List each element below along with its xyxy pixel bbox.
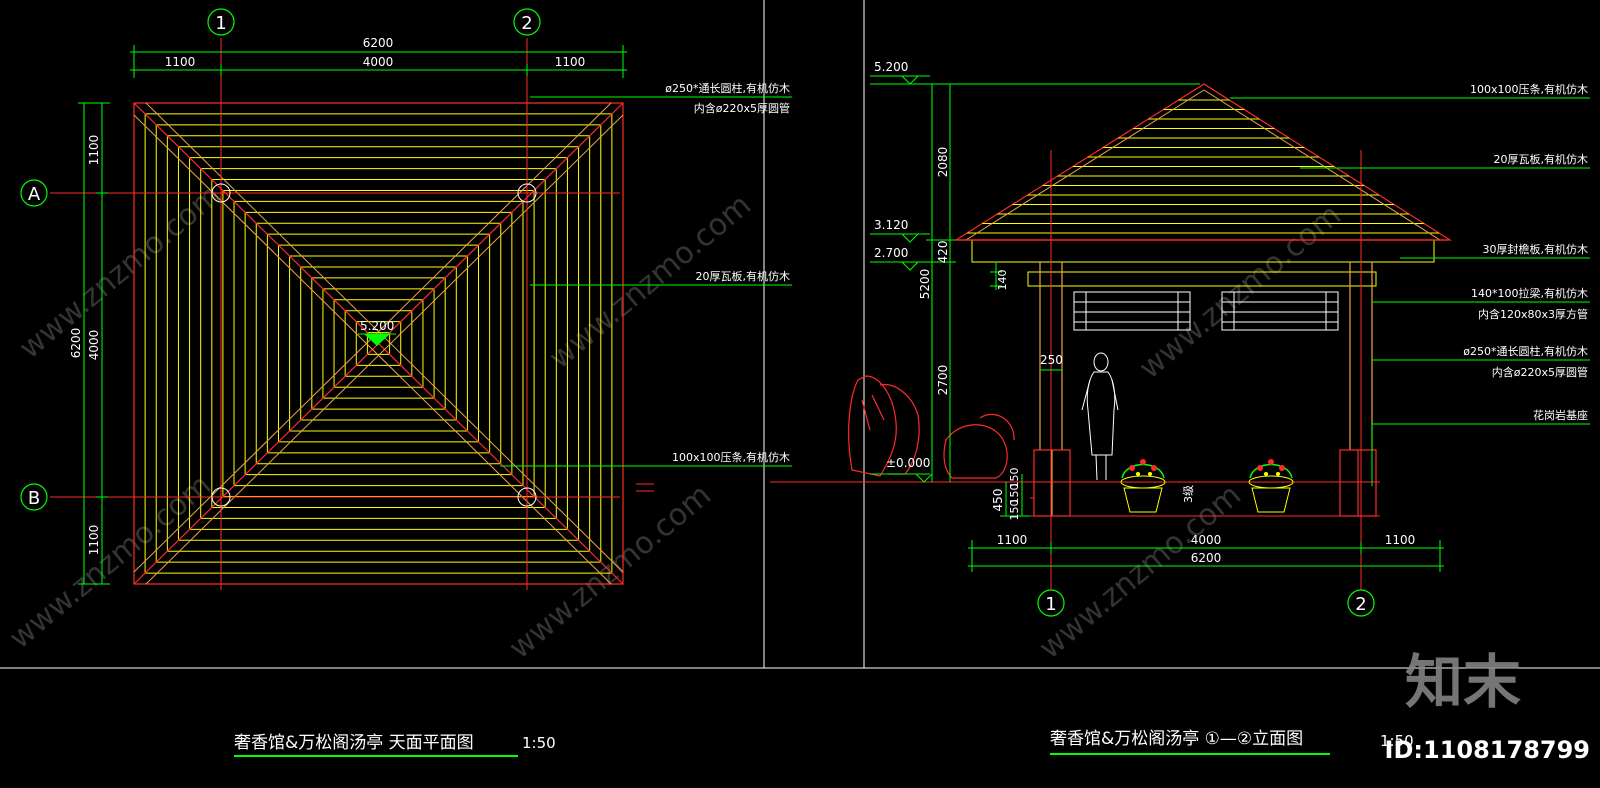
watermark-logo: 知末 bbox=[1405, 648, 1521, 716]
plan-vdim-total: 6200 bbox=[69, 328, 83, 359]
plan-note-tile: 20厚瓦板,有机仿木 bbox=[696, 269, 791, 283]
bench-left bbox=[1073, 291, 1191, 331]
elev-dim-right: 1100 bbox=[1385, 533, 1416, 547]
column-width-dim: 250 bbox=[1040, 353, 1063, 367]
grid-label-1: 1 bbox=[215, 13, 226, 34]
roof-tile-courses bbox=[956, 99, 1450, 234]
level-beam: 2.700 bbox=[874, 246, 908, 260]
plan-note-column-2: 内含ø220x5厚圆管 bbox=[694, 101, 790, 115]
apex-level: 5.200 bbox=[360, 319, 394, 333]
level-eave: 3.120 bbox=[874, 218, 908, 232]
elev-dim-left: 1100 bbox=[997, 533, 1028, 547]
level-top: 5.200 bbox=[874, 60, 908, 74]
plan-dim-left: 1100 bbox=[165, 55, 196, 69]
elev-note-ridge: 100x100压条,有机仿木 bbox=[1470, 82, 1588, 96]
human-figure bbox=[1081, 352, 1119, 481]
elev-grid-label-1: 1 bbox=[1045, 594, 1056, 615]
roof-outline bbox=[953, 83, 1453, 241]
flower-pot-left bbox=[1120, 459, 1166, 513]
vdim-roof: 2080 bbox=[936, 147, 950, 178]
vdim-base: 450 bbox=[991, 489, 1005, 512]
elev-dim-total: 6200 bbox=[1191, 551, 1222, 565]
elev-note-beam-2: 内含120x80x3厚方管 bbox=[1478, 307, 1588, 321]
elev-note-base: 花岗岩基座 bbox=[1533, 408, 1588, 422]
plan-dim-total: 6200 bbox=[363, 36, 394, 50]
elev-note-beam-1: 140*100拉梁,有机仿木 bbox=[1471, 286, 1588, 300]
plan-dim-mid: 4000 bbox=[363, 55, 394, 69]
plan-vdim-bottom: 1100 bbox=[87, 525, 101, 556]
svg-text:www.znzmo.com: www.znzmo.com bbox=[1033, 478, 1248, 667]
elev-dim-mid: 4000 bbox=[1191, 533, 1222, 547]
grid-label-B: B bbox=[28, 488, 40, 509]
apex-level-marker bbox=[364, 334, 390, 346]
cad-drawing: www.znzmo.com www.znzmo.com www.znzmo.co… bbox=[0, 0, 1600, 764]
watermark-id: ID:1108178799 bbox=[1385, 736, 1590, 764]
plan-columns bbox=[211, 183, 537, 507]
sheet-frame bbox=[0, 0, 1600, 669]
step-count-label: 3级 bbox=[1182, 485, 1195, 503]
elev-note-column-1: ø250*通长圆柱,有机仿木 bbox=[1463, 344, 1588, 358]
elevation-title: 奢香馆&万松阁汤亭 ①—②立面图 bbox=[1050, 729, 1303, 749]
plan-scale: 1:50 bbox=[522, 734, 556, 752]
vdim-column: 2700 bbox=[936, 365, 950, 396]
plan-vdim-mid: 4000 bbox=[87, 330, 101, 361]
roof-plan: 5.200 1 2 A B 6200 1100 4000 1100 6200 1… bbox=[20, 8, 792, 757]
elevation-columns bbox=[1039, 262, 1373, 450]
vdim-fascia: 420 bbox=[936, 241, 950, 264]
elev-grid-label-2: 2 bbox=[1355, 594, 1366, 615]
elev-note-column-2: 内含ø220x5厚圆管 bbox=[1492, 365, 1588, 379]
landscape-rocks bbox=[848, 375, 1015, 479]
plan-note-ridge: 100x100压条,有机仿木 bbox=[672, 450, 790, 464]
elev-note-fascia: 30厚封檐板,有机仿木 bbox=[1483, 242, 1589, 256]
plan-title: 奢香馆&万松阁汤亭 天面平面图 bbox=[234, 733, 474, 753]
vdim-beam: 140 bbox=[996, 270, 1009, 291]
vdim-total: 5200 bbox=[918, 269, 932, 300]
flower-pot-right bbox=[1248, 459, 1294, 513]
plan-note-column-1: ø250*通长圆柱,有机仿木 bbox=[665, 81, 790, 95]
grid-label-2: 2 bbox=[521, 13, 532, 34]
plan-vdim-top: 1100 bbox=[87, 135, 101, 166]
svg-text:www.znzmo.com: www.znzmo.com bbox=[13, 178, 228, 367]
fascia-board bbox=[971, 239, 1435, 263]
vdim-step-3: 150 bbox=[1008, 468, 1021, 489]
watermark-diagonal: www.znzmo.com www.znzmo.com www.znzmo.co… bbox=[3, 178, 1348, 667]
elev-note-tile: 20厚瓦板,有机仿木 bbox=[1494, 152, 1589, 166]
tie-beam bbox=[1027, 271, 1377, 287]
grid-label-A: A bbox=[28, 184, 41, 205]
level-ground: ±0.000 bbox=[886, 456, 930, 470]
plan-dim-right: 1100 bbox=[555, 55, 586, 69]
